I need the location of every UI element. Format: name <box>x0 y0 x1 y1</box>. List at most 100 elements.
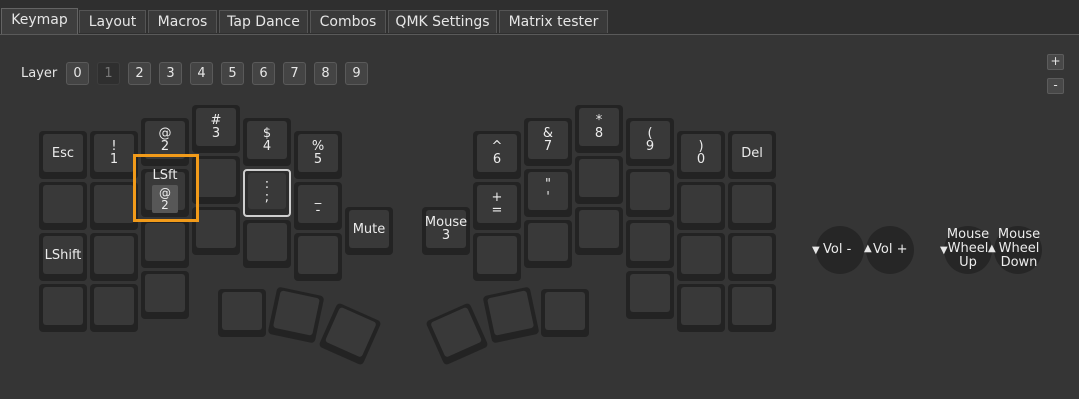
layer-button-4[interactable]: 4 <box>190 62 213 85</box>
key-1[interactable]: ! 1 <box>90 131 138 179</box>
key-lshift[interactable]: LShift <box>39 233 87 281</box>
zoom-in-button[interactable]: + <box>1047 54 1064 70</box>
key-cap <box>630 223 670 261</box>
key-4[interactable]: $ 4 <box>243 118 291 166</box>
layer-button-7[interactable]: 7 <box>283 62 306 85</box>
encoder-wheel-up[interactable]: Mouse Wheel Up <box>945 228 991 270</box>
key-cap <box>579 159 619 197</box>
key-cap <box>732 287 772 325</box>
key-blank[interactable] <box>728 182 776 230</box>
key-blank[interactable] <box>90 284 138 332</box>
key-blank[interactable] <box>294 233 342 281</box>
key-label: + = <box>477 185 517 223</box>
layer-button-6[interactable]: 6 <box>252 62 275 85</box>
key-cap <box>630 274 670 312</box>
key-cap <box>487 290 535 336</box>
key-blank[interactable] <box>728 233 776 281</box>
key-label: LShift <box>43 236 83 274</box>
tab-qmk-settings[interactable]: QMK Settings <box>388 10 497 33</box>
key-cap <box>222 292 262 330</box>
key-mute[interactable]: Mute <box>345 207 393 255</box>
key-0[interactable]: ) 0 <box>677 131 725 179</box>
key-cap <box>145 274 185 312</box>
key-mouse3[interactable]: Mouse 3 <box>422 207 470 255</box>
key-blank[interactable] <box>90 233 138 281</box>
key-8[interactable]: * 8 <box>575 105 623 153</box>
key-esc[interactable]: Esc <box>39 131 87 179</box>
key-cap <box>94 236 134 274</box>
encoder-vol-up[interactable]: Vol + <box>873 243 907 257</box>
key-blank[interactable] <box>677 182 725 230</box>
key-blank[interactable] <box>39 284 87 332</box>
key-cap <box>43 185 83 223</box>
key-blank[interactable] <box>39 182 87 230</box>
thumb-key-left[interactable] <box>267 286 325 344</box>
layer-button-9[interactable]: 9 <box>345 62 368 85</box>
layer-button-8[interactable]: 8 <box>314 62 337 85</box>
key-blank[interactable] <box>524 220 572 268</box>
key-label: Mute <box>349 210 389 248</box>
key-cap <box>298 236 338 274</box>
encoder-wheel-down[interactable]: Mouse Wheel Down <box>995 228 1043 270</box>
key-blank[interactable] <box>626 220 674 268</box>
encoder-vol-down[interactable]: Vol - <box>823 243 851 257</box>
key-cap <box>94 185 134 223</box>
key-label: _ - <box>298 185 338 223</box>
key-cap <box>545 292 585 330</box>
key-blank[interactable] <box>677 233 725 281</box>
key-blank[interactable] <box>626 271 674 319</box>
key-7[interactable]: & 7 <box>524 118 572 166</box>
tab-tap-dance[interactable]: Tap Dance <box>219 10 308 33</box>
key-label: : ; <box>248 173 286 209</box>
key-blank[interactable] <box>575 207 623 255</box>
key-label: * 8 <box>579 108 619 146</box>
tab-combos[interactable]: Combos <box>310 10 386 33</box>
key-blank[interactable] <box>728 284 776 332</box>
chevron-up-icon: ▲ <box>864 243 872 254</box>
thumb-key-right[interactable] <box>541 289 589 337</box>
thumb-key-left[interactable] <box>218 289 266 337</box>
key-cap <box>196 210 236 248</box>
tab-layout[interactable]: Layout <box>79 10 146 33</box>
key-blank[interactable] <box>473 233 521 281</box>
key-label: & 7 <box>528 121 568 159</box>
key-blank[interactable] <box>141 271 189 319</box>
key-cap <box>477 236 517 274</box>
thumb-key-right[interactable] <box>482 286 540 344</box>
key-blank[interactable] <box>575 156 623 204</box>
key-blank[interactable] <box>192 207 240 255</box>
key-blank[interactable] <box>90 182 138 230</box>
key-minus[interactable]: _ - <box>294 182 342 230</box>
key-cap <box>196 159 236 197</box>
key-cap <box>94 287 134 325</box>
layer-button-2[interactable]: 2 <box>128 62 151 85</box>
key-cap <box>247 223 287 261</box>
key-9[interactable]: ( 9 <box>626 118 674 166</box>
key-blank[interactable] <box>192 156 240 204</box>
zoom-out-button[interactable]: - <box>1047 78 1064 94</box>
key-blank[interactable] <box>626 169 674 217</box>
tab-macros[interactable]: Macros <box>148 10 217 33</box>
key-del[interactable]: Del <box>728 131 776 179</box>
key-semicolon-selected[interactable]: : ; <box>243 169 291 217</box>
key-blank[interactable] <box>243 220 291 268</box>
key-label: ( 9 <box>630 121 670 159</box>
layer-button-5[interactable]: 5 <box>221 62 244 85</box>
layer-button-1[interactable]: 1 <box>97 62 120 85</box>
key-equal[interactable]: + = <box>473 182 521 230</box>
key-cap <box>732 185 772 223</box>
key-blank[interactable] <box>677 284 725 332</box>
key-cap <box>681 287 721 325</box>
key-blank[interactable] <box>141 220 189 268</box>
layer-button-3[interactable]: 3 <box>159 62 182 85</box>
key-3[interactable]: # 3 <box>192 105 240 153</box>
key-cap <box>630 172 670 210</box>
chevron-down-icon: ▼ <box>812 245 820 256</box>
layer-button-0[interactable]: 0 <box>66 62 89 85</box>
tab-keymap[interactable]: Keymap <box>1 8 78 35</box>
key-6[interactable]: ^ 6 <box>473 131 521 179</box>
key-5[interactable]: % 5 <box>294 131 342 179</box>
key-quote[interactable]: " ' <box>524 169 572 217</box>
tab-matrix-tester[interactable]: Matrix tester <box>499 10 608 33</box>
key-label: Esc <box>43 134 83 172</box>
